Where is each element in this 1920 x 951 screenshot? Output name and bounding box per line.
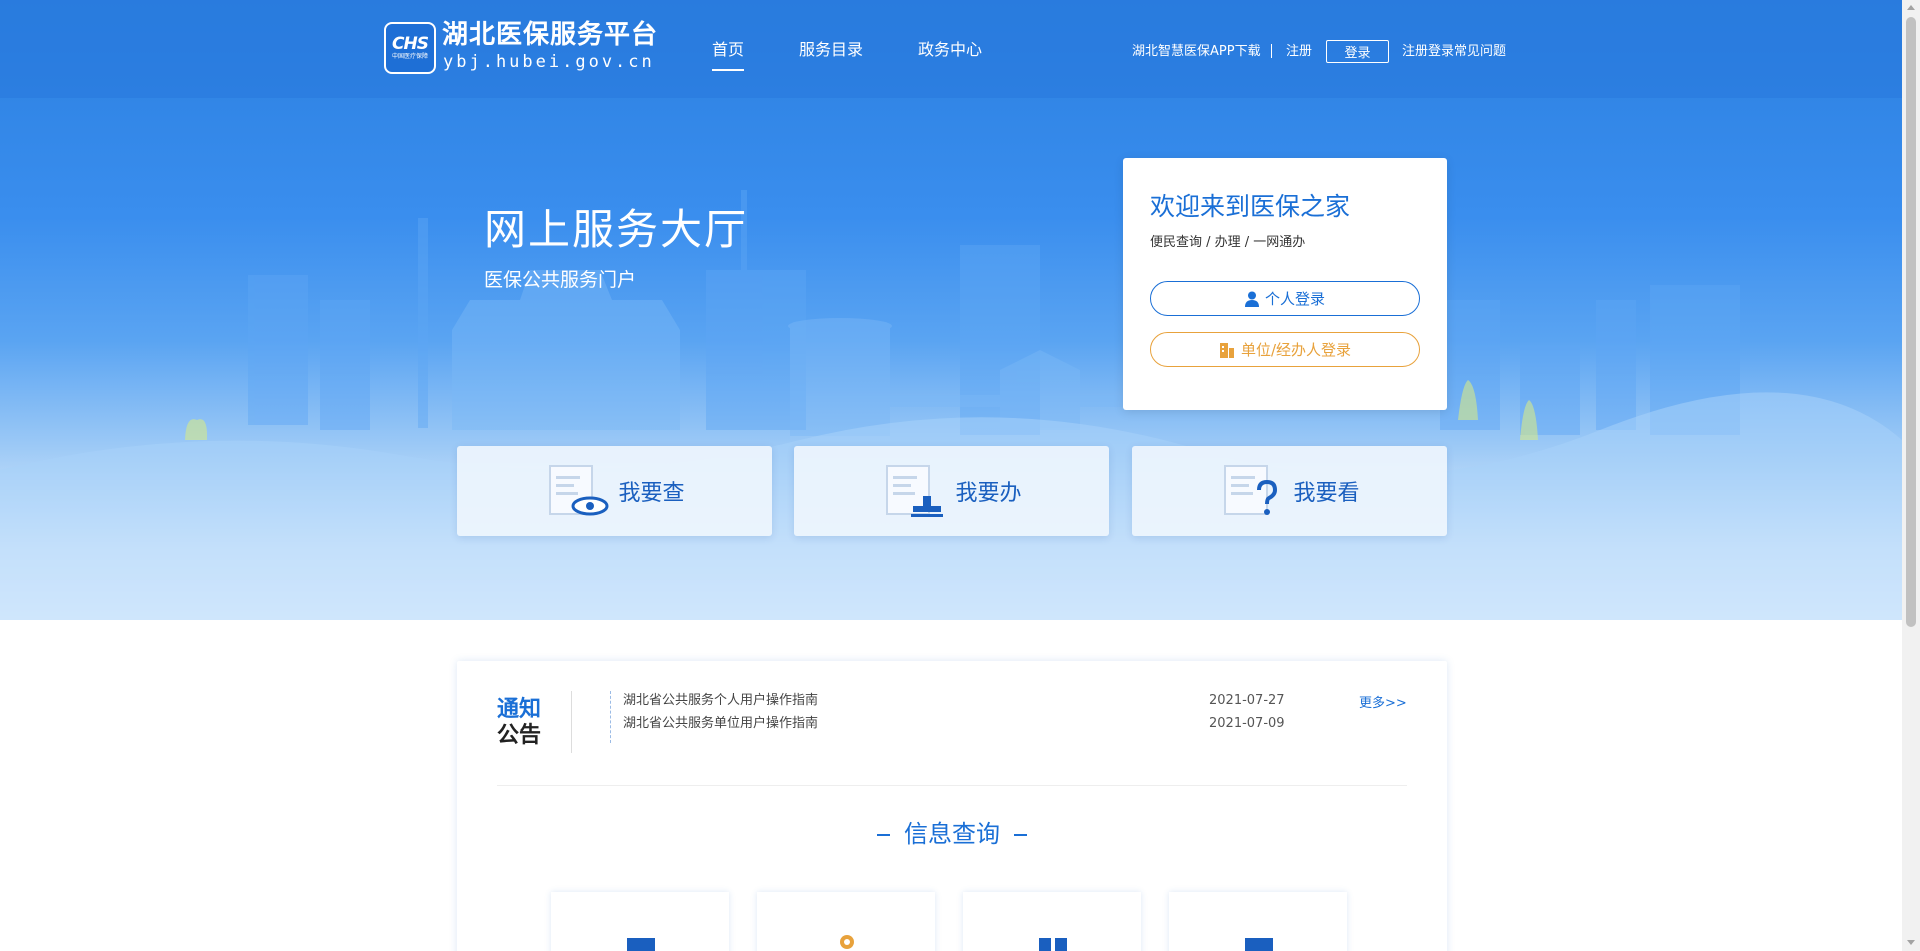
- notice-item-date: 2021-07-09: [1209, 716, 1285, 731]
- site-title: 湖北医保服务平台: [442, 20, 659, 50]
- user-icon: [1244, 291, 1259, 307]
- logo-text: CHS: [392, 34, 429, 54]
- heading-dash-right: [1014, 834, 1027, 836]
- scroll-up-arrow-icon[interactable]: [1907, 5, 1915, 10]
- welcome-tagline: 便民查询 / 办理 / 一网通办: [1150, 235, 1306, 250]
- heading-dash-left: [877, 834, 890, 836]
- nav-service-catalog[interactable]: 服务目录: [799, 40, 863, 60]
- hero-title: 网上服务大厅: [484, 205, 749, 254]
- faq-link[interactable]: 注册登录常见问题: [1402, 43, 1506, 60]
- document-stamp-icon: [886, 465, 944, 517]
- grid-icon: [1039, 938, 1067, 951]
- quick-label-handle: 我要办: [955, 481, 1022, 506]
- notice-item-title[interactable]: 湖北省公共服务个人用户操作指南: [609, 689, 818, 712]
- top-header: CHS 中国医疗保障 湖北医保服务平台 ybj.hubei.gov.cn 首页 …: [0, 0, 1902, 98]
- quick-card-view[interactable]: 我要看: [1132, 446, 1447, 536]
- notice-title-line1: 通知: [497, 697, 542, 722]
- info-card-4[interactable]: [1169, 892, 1347, 951]
- unit-login-button[interactable]: 单位/经办人登录: [1150, 332, 1420, 367]
- personal-login-label: 个人登录: [1264, 290, 1325, 308]
- nav-government-center[interactable]: 政务中心: [918, 40, 982, 60]
- folder-icon: [1245, 938, 1273, 951]
- notice-item[interactable]: 湖北省公共服务单位用户操作指南 2021-07-09: [609, 712, 1289, 735]
- register-link[interactable]: 注册: [1286, 43, 1312, 60]
- logo-subtext: 中国医疗保障: [391, 53, 428, 60]
- nav-home[interactable]: 首页: [712, 40, 745, 71]
- panel-divider: [497, 785, 1407, 786]
- document-question-icon: [1224, 465, 1278, 515]
- notice-list: 湖北省公共服务个人用户操作指南 2021-07-27 湖北省公共服务单位用户操作…: [609, 689, 1289, 737]
- hero-subtitle: 医保公共服务门户: [484, 269, 637, 291]
- notice-divider: [571, 691, 572, 753]
- document-icon: [627, 938, 655, 951]
- info-card-2[interactable]: [757, 892, 935, 951]
- notice-item-date: 2021-07-27: [1209, 693, 1285, 708]
- info-card-1[interactable]: [551, 892, 729, 951]
- login-card: 欢迎来到医保之家 便民查询 / 办理 / 一网通办 个人登录 单位/经办人登录: [1123, 158, 1447, 410]
- notice-more-link[interactable]: 更多>>: [1359, 695, 1407, 712]
- location-pin-icon: [840, 935, 854, 949]
- scroll-down-arrow-icon[interactable]: [1907, 940, 1915, 945]
- notice-item[interactable]: 湖北省公共服务个人用户操作指南 2021-07-27: [609, 689, 1289, 712]
- notice-title-line2: 公告: [497, 723, 542, 748]
- site-url: ybj.hubei.gov.cn: [443, 52, 655, 72]
- chs-logo[interactable]: CHS 中国医疗保障: [384, 22, 436, 74]
- info-card-3[interactable]: [963, 892, 1141, 951]
- notice-panel: 通知 公告 湖北省公共服务个人用户操作指南 2021-07-27 湖北省公共服务…: [457, 661, 1447, 951]
- welcome-title: 欢迎来到医保之家: [1150, 192, 1351, 221]
- document-eye-icon: [549, 465, 609, 516]
- info-query-heading: 信息查询: [457, 819, 1447, 849]
- quick-label-view: 我要看: [1293, 481, 1360, 506]
- building-icon: [1219, 342, 1234, 358]
- scrollbar-thumb[interactable]: [1906, 17, 1916, 627]
- info-query-title: 信息查询: [904, 820, 1000, 848]
- page-scrollbar[interactable]: [1902, 0, 1920, 951]
- quick-label-query: 我要查: [618, 481, 685, 506]
- unit-login-label: 单位/经办人登录: [1240, 341, 1352, 359]
- app-download-link[interactable]: 湖北智慧医保APP下载: [1132, 43, 1261, 60]
- link-separator: [1271, 44, 1272, 58]
- quick-card-handle[interactable]: 我要办: [794, 446, 1109, 536]
- login-button[interactable]: 登录: [1326, 40, 1389, 63]
- personal-login-button[interactable]: 个人登录: [1150, 281, 1420, 316]
- quick-card-query[interactable]: 我要查: [457, 446, 772, 536]
- notice-item-title[interactable]: 湖北省公共服务单位用户操作指南: [609, 712, 818, 735]
